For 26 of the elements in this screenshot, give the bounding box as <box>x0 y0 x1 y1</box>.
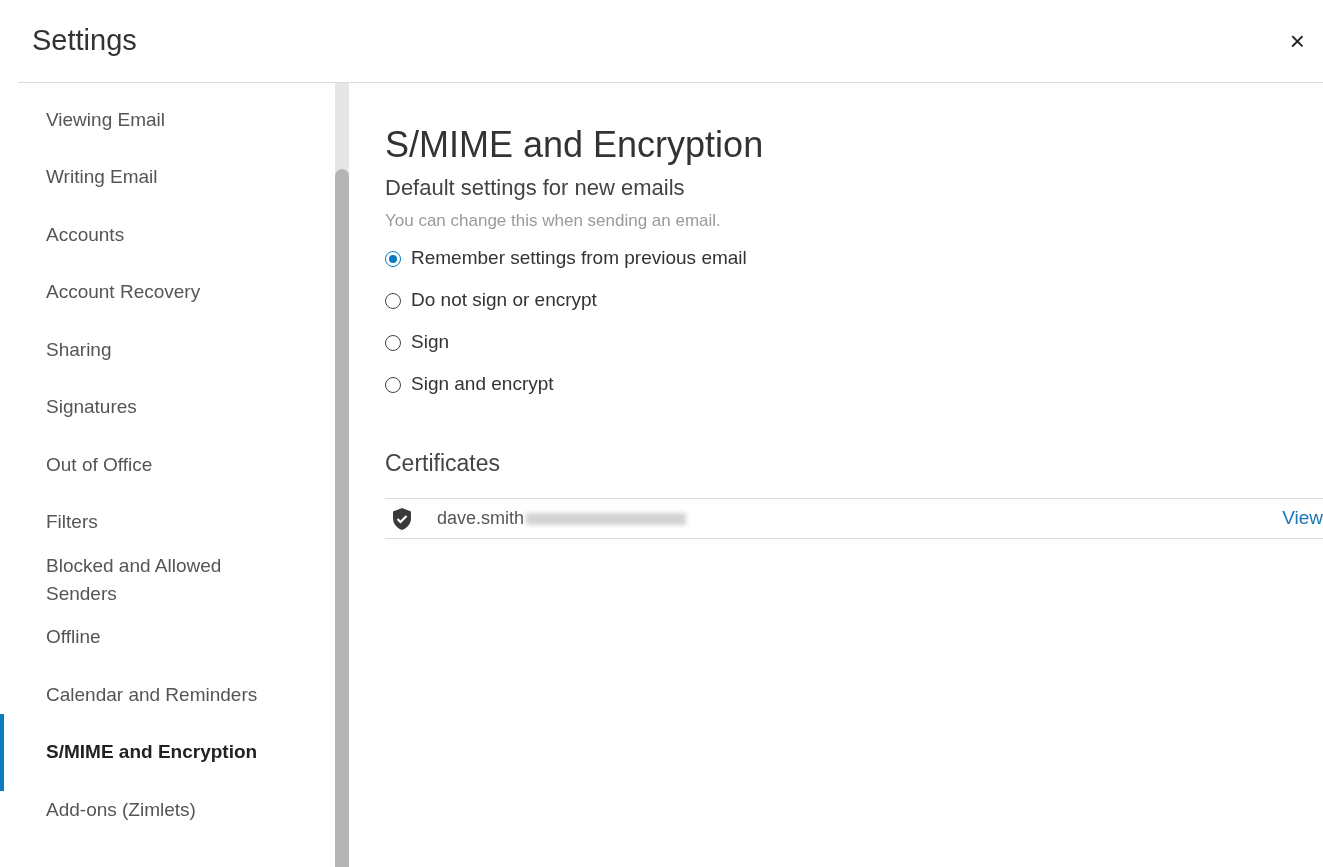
sidebar-item[interactable]: Calendar and Reminders <box>46 680 258 709</box>
sidebar-item[interactable]: Account Recovery <box>46 278 201 307</box>
sidebar-item[interactable]: Accounts <box>46 220 125 249</box>
sidebar-item[interactable]: Writing Email <box>46 163 158 192</box>
sidebar-item[interactable]: Offline <box>46 623 101 652</box>
radio-label: Sign <box>411 330 450 355</box>
view-link[interactable]: View <box>1282 504 1323 533</box>
section-subtitle: Default settings for new emails <box>385 174 686 202</box>
radio-label: Remember settings from previous email <box>411 246 747 271</box>
certificates-heading: Certificates <box>385 448 502 478</box>
sidebar-item[interactable]: Filters <box>46 508 98 537</box>
sidebar-item[interactable]: Add-ons (Zimlets) <box>46 795 196 824</box>
hint-text: You can change this when sending an email. <box>385 210 722 232</box>
section-title: S/MIME and Encryption <box>385 123 765 167</box>
sidebar-item[interactable]: Signatures <box>46 393 137 422</box>
sidebar-item[interactable]: Blocked and Allowed Senders <box>46 551 286 608</box>
sidebar-item[interactable]: Sharing <box>46 335 112 364</box>
certificate-email: dave.smith <box>437 507 525 530</box>
sidebar-item[interactable]: S/MIME and Encryption <box>46 738 258 767</box>
close-button[interactable]: × <box>1285 28 1309 54</box>
sidebar-item[interactable]: Viewing Email <box>46 105 165 134</box>
radio-label: Do not sign or encrypt <box>411 288 597 313</box>
radio-label: Sign and encrypt <box>411 372 554 397</box>
shield-check-icon <box>391 506 413 531</box>
sidebar-item[interactable]: Out of Office <box>46 450 153 479</box>
window-title: Settings <box>32 23 137 59</box>
